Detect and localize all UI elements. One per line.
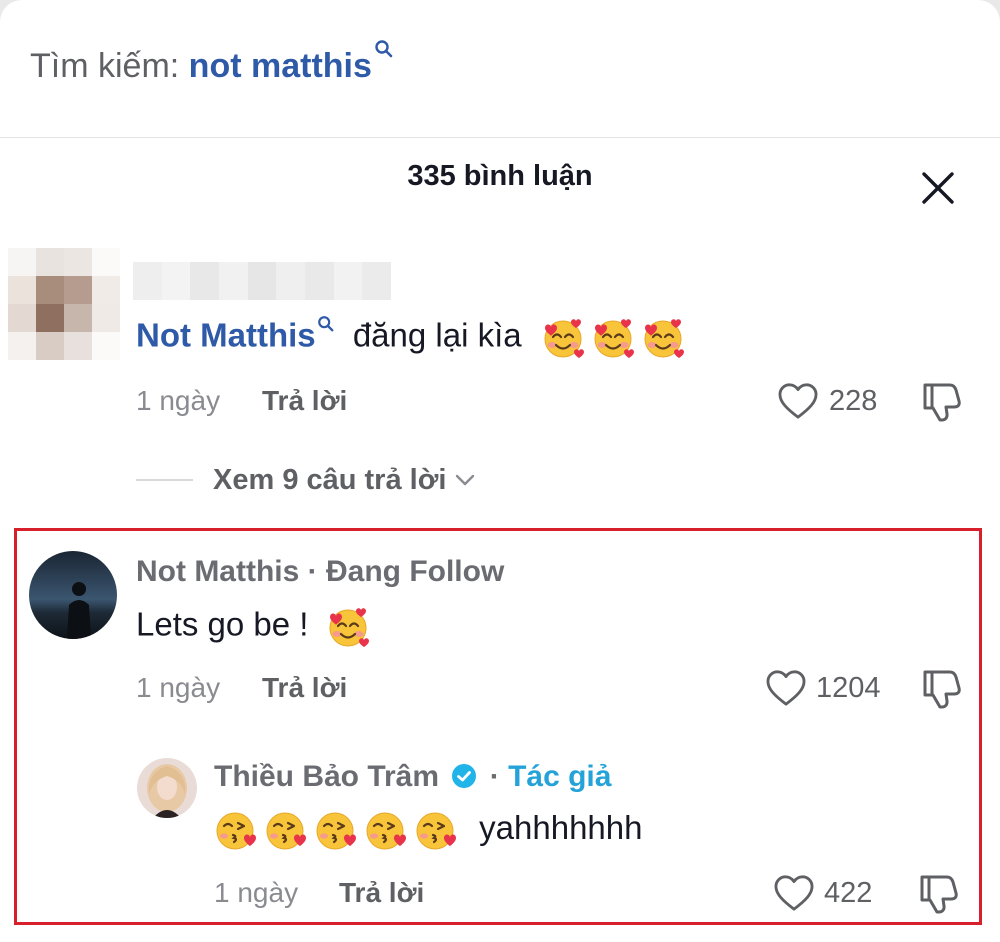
avatar-thieu-bao-tram[interactable] bbox=[137, 758, 197, 818]
chevron-down-icon bbox=[456, 474, 475, 486]
username-blurred[interactable] bbox=[133, 262, 391, 300]
search-icon[interactable] bbox=[374, 29, 394, 68]
reply-body: yahhhhhhh bbox=[479, 808, 643, 846]
face-blowing-kiss-icon bbox=[264, 808, 308, 852]
view-replies-button[interactable]: Xem 9 câu trả lời bbox=[136, 462, 476, 498]
reply-button[interactable]: Trả lời bbox=[262, 672, 347, 704]
smiling-face-with-hearts-icon bbox=[591, 316, 635, 360]
comment-body: Lets go be ! bbox=[136, 605, 309, 643]
view-replies-label: Xem 9 câu trả lời bbox=[213, 463, 447, 496]
like-count: 228 bbox=[829, 385, 878, 417]
verified-badge-icon bbox=[452, 764, 477, 788]
author-name[interactable]: Thiều Bảo Trâm bbox=[214, 760, 439, 793]
search-bar[interactable]: Tìm kiếm: not matthis bbox=[0, 0, 1000, 138]
reply-time: 1 ngày bbox=[214, 877, 299, 908]
reply-button[interactable]: Trả lời bbox=[339, 877, 424, 909]
search-icon[interactable] bbox=[317, 303, 335, 341]
comment-text: Lets go be ! bbox=[136, 605, 370, 649]
smiling-face-with-hearts-icon bbox=[541, 316, 585, 360]
comments-count-title: 335 bình luận bbox=[407, 160, 593, 192]
dislike-icon[interactable] bbox=[919, 379, 963, 423]
comment-time: 1 ngày bbox=[136, 385, 221, 416]
reply-author[interactable]: Thiều Bảo Trâm · Tác giả bbox=[214, 760, 611, 794]
follow-status: · Đang Follow bbox=[299, 555, 505, 588]
face-blowing-kiss-icon bbox=[314, 808, 358, 852]
reply-text: yahhhhhhh bbox=[214, 808, 643, 852]
face-blowing-kiss-icon bbox=[364, 808, 408, 852]
search-query-link[interactable]: not matthis bbox=[189, 47, 372, 85]
comment-body: đăng lại kìa bbox=[343, 316, 522, 354]
separator-dot: · bbox=[489, 760, 500, 793]
divider-line bbox=[136, 479, 193, 481]
heart-icon[interactable] bbox=[765, 669, 807, 707]
author-name[interactable]: Not Matthis bbox=[136, 555, 299, 588]
dislike-icon[interactable] bbox=[916, 871, 960, 915]
comments-sheet: Tìm kiếm: not matthis 335 bình luận Not … bbox=[0, 0, 1000, 942]
like-count: 422 bbox=[824, 877, 873, 909]
face-blowing-kiss-icon bbox=[414, 808, 458, 852]
heart-icon[interactable] bbox=[773, 874, 815, 912]
smiling-face-with-hearts-icon bbox=[641, 316, 685, 360]
like-count: 1204 bbox=[816, 672, 881, 704]
avatar-not-matthis[interactable] bbox=[29, 551, 117, 639]
creator-badge: Tác giả bbox=[508, 760, 612, 793]
reply-button[interactable]: Trả lời bbox=[262, 385, 347, 417]
comment-author[interactable]: Not Matthis · Đang Follow bbox=[136, 555, 504, 589]
search-label: Tìm kiếm: not matthis bbox=[30, 40, 393, 86]
avatar-blurred[interactable] bbox=[8, 248, 120, 360]
heart-icon[interactable] bbox=[777, 382, 819, 420]
search-prefix: Tìm kiếm: bbox=[30, 47, 189, 85]
dislike-icon[interactable] bbox=[919, 666, 963, 710]
face-blowing-kiss-icon bbox=[214, 808, 258, 852]
mention-link[interactable]: Not Matthis bbox=[136, 317, 316, 354]
smiling-face-with-hearts-icon bbox=[326, 605, 370, 649]
comment-time: 1 ngày bbox=[136, 672, 221, 703]
close-icon[interactable] bbox=[918, 168, 958, 208]
comment-text: Not Matthis đăng lại kìa bbox=[136, 315, 685, 360]
